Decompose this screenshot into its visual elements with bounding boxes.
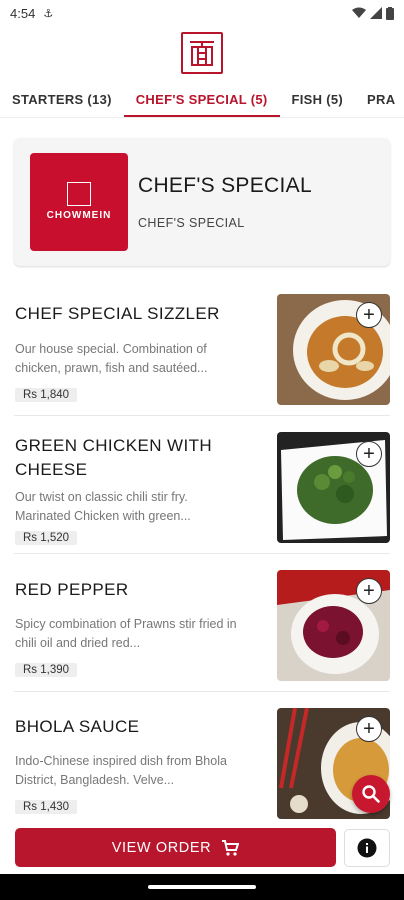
brand-name: CHOWMEIN — [46, 209, 112, 221]
signal-icon — [370, 7, 382, 19]
status-bar: 4:54 ⚓ — [0, 0, 404, 26]
item-name: CHEF SPECIAL SIZZLER — [15, 304, 220, 323]
item-price: Rs 1,390 — [15, 663, 78, 677]
add-item-button[interactable]: + — [356, 716, 382, 742]
tab-fish[interactable]: FISH (5) — [280, 84, 356, 117]
home-gesture-handle[interactable] — [148, 885, 256, 889]
item-description: Indo-Chinese inspired dish from Bhola Di… — [15, 754, 227, 787]
search-button[interactable] — [352, 775, 390, 813]
battery-icon — [386, 6, 394, 20]
view-order-button[interactable]: VIEW ORDER — [15, 828, 336, 867]
bottom-action-bar: VIEW ORDER — [0, 828, 404, 868]
item-price: Rs 1,520 — [15, 531, 78, 545]
item-description: Our house special. Combination of chicke… — [15, 342, 208, 375]
tab-prawns[interactable]: PRA — [355, 84, 404, 117]
add-item-button[interactable]: + — [356, 578, 382, 604]
menu-item[interactable]: CHEF SPECIAL SIZZLER Our house special. … — [14, 294, 390, 416]
status-time: 4:54 — [10, 5, 36, 21]
tab-chefs-special[interactable]: CHEF'S SPECIAL (5) — [123, 84, 280, 117]
category-title: CHEF'S SPECIAL — [138, 174, 312, 197]
info-button[interactable] — [344, 829, 390, 867]
item-name: BHOLA SAUCE — [15, 717, 140, 736]
tab-starters[interactable]: STARTERS (13) — [0, 84, 124, 117]
notification-icon: ⚓ — [43, 7, 54, 20]
category-tabs: STARTERS (13) CHEF'S SPECIAL (5) FISH (5… — [0, 84, 404, 118]
search-icon — [362, 785, 380, 803]
category-image: CHOWMEIN — [30, 153, 128, 251]
wifi-icon — [352, 7, 366, 18]
category-subtitle: CHEF'S SPECIAL — [138, 216, 245, 230]
menu-item[interactable]: BHOLA SAUCE Indo-Chinese inspired dish f… — [14, 708, 390, 820]
item-name: GREEN CHICKEN WITH CHEESE — [15, 436, 213, 479]
system-navigation-bar — [0, 874, 404, 900]
menu-item[interactable]: GREEN CHICKEN WITH CHEESE Our twist on c… — [14, 432, 390, 554]
item-description: Spicy combination of Prawns stir fried i… — [15, 617, 237, 650]
view-order-label: VIEW ORDER — [111, 839, 212, 856]
item-price: Rs 1,840 — [15, 388, 78, 402]
item-price: Rs 1,430 — [15, 800, 78, 814]
cart-icon — [222, 839, 240, 856]
add-item-button[interactable]: + — [356, 302, 382, 328]
category-header-card: CHOWMEIN CHEF'S SPECIAL CHEF'S SPECIAL — [14, 138, 390, 266]
item-name: RED PEPPER — [15, 580, 129, 599]
restaurant-logo — [181, 32, 223, 74]
item-description: Our twist on classic chili stir fry. Mar… — [15, 490, 191, 523]
add-item-button[interactable]: + — [356, 441, 382, 467]
brand-logo-icon — [67, 181, 91, 206]
logo-icon — [190, 41, 214, 66]
menu-item[interactable]: RED PEPPER Spicy combination of Prawns s… — [14, 570, 390, 692]
info-icon — [357, 838, 377, 858]
